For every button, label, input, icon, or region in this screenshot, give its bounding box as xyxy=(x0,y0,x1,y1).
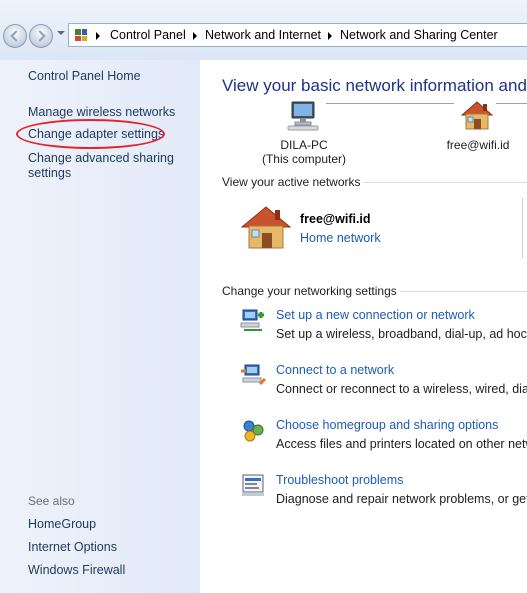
breadcrumb-network-and-internet[interactable]: Network and Internet xyxy=(205,28,321,42)
networking-settings-label: Change your networking settings xyxy=(222,284,397,298)
active-network-name: free@wifi.id xyxy=(300,212,371,226)
internet-options-link[interactable]: Internet Options xyxy=(28,540,117,555)
troubleshoot-icon[interactable] xyxy=(240,472,266,498)
new-connection-icon[interactable] xyxy=(240,307,266,333)
connect-network-icon[interactable] xyxy=(240,362,266,388)
computer-icon[interactable] xyxy=(286,100,320,132)
network-connection-line xyxy=(326,103,454,104)
homegroup-sharing-description: Access files and printers located on oth… xyxy=(276,437,527,451)
set-up-connection-link[interactable]: Set up a new connection or network xyxy=(276,308,475,322)
divider xyxy=(363,182,527,183)
windows-firewall-link[interactable]: Windows Firewall xyxy=(28,563,125,578)
highlight-ring xyxy=(16,119,165,149)
computer-caption: (This computer) xyxy=(261,152,347,166)
see-also-label: See also xyxy=(28,494,75,508)
forward-button[interactable] xyxy=(29,24,53,48)
change-advanced-sharing-settings-link-line2[interactable]: settings xyxy=(28,166,71,181)
back-button[interactable] xyxy=(3,24,27,48)
chevron-right-icon[interactable] xyxy=(96,32,100,40)
control-panel-home-link[interactable]: Control Panel Home xyxy=(28,69,141,84)
network-node-name: free@wifi.id xyxy=(446,138,510,152)
home-network-large-icon xyxy=(240,206,292,249)
divider xyxy=(522,198,523,258)
network-type-link[interactable]: Home network xyxy=(300,231,381,245)
page-title: View your basic network information and … xyxy=(222,76,527,95)
troubleshoot-description: Diagnose and repair network problems, or… xyxy=(276,492,527,506)
set-up-connection-description: Set up a wireless, broadband, dial-up, a… xyxy=(276,327,527,341)
homegroup-icon[interactable] xyxy=(240,417,266,443)
change-advanced-sharing-settings-link[interactable]: Change advanced sharing xyxy=(28,151,174,166)
address-bar[interactable]: Control Panel Network and Internet Netwo… xyxy=(68,23,527,47)
homegroup-sharing-link[interactable]: Choose homegroup and sharing options xyxy=(276,418,498,432)
troubleshoot-link[interactable]: Troubleshoot problems xyxy=(276,473,403,487)
main-pane: View your basic network information and … xyxy=(200,60,527,593)
active-networks-label: View your active networks xyxy=(222,175,361,189)
breadcrumb-network-and-sharing-center[interactable]: Network and Sharing Center xyxy=(340,28,498,42)
connect-to-network-link[interactable]: Connect to a network xyxy=(276,363,394,377)
manage-wireless-networks-link[interactable]: Manage wireless networks xyxy=(28,105,175,120)
computer-name: DILA-PC xyxy=(280,138,328,152)
control-panel-icon xyxy=(75,29,87,41)
chevron-right-icon[interactable] xyxy=(328,32,332,40)
network-connection-line xyxy=(496,103,527,104)
homegroup-link[interactable]: HomeGroup xyxy=(28,517,96,532)
divider xyxy=(400,291,527,292)
breadcrumb-control-panel[interactable]: Control Panel xyxy=(110,28,186,42)
navigation-bar: Control Panel Network and Internet Netwo… xyxy=(0,0,527,60)
connect-to-network-description: Connect or reconnect to a wireless, wire… xyxy=(276,382,527,396)
recent-pages-icon[interactable] xyxy=(57,31,65,35)
left-pane: Control Panel Home Manage wireless netwo… xyxy=(0,60,200,593)
home-network-icon[interactable] xyxy=(460,100,494,132)
chevron-right-icon[interactable] xyxy=(193,32,197,40)
